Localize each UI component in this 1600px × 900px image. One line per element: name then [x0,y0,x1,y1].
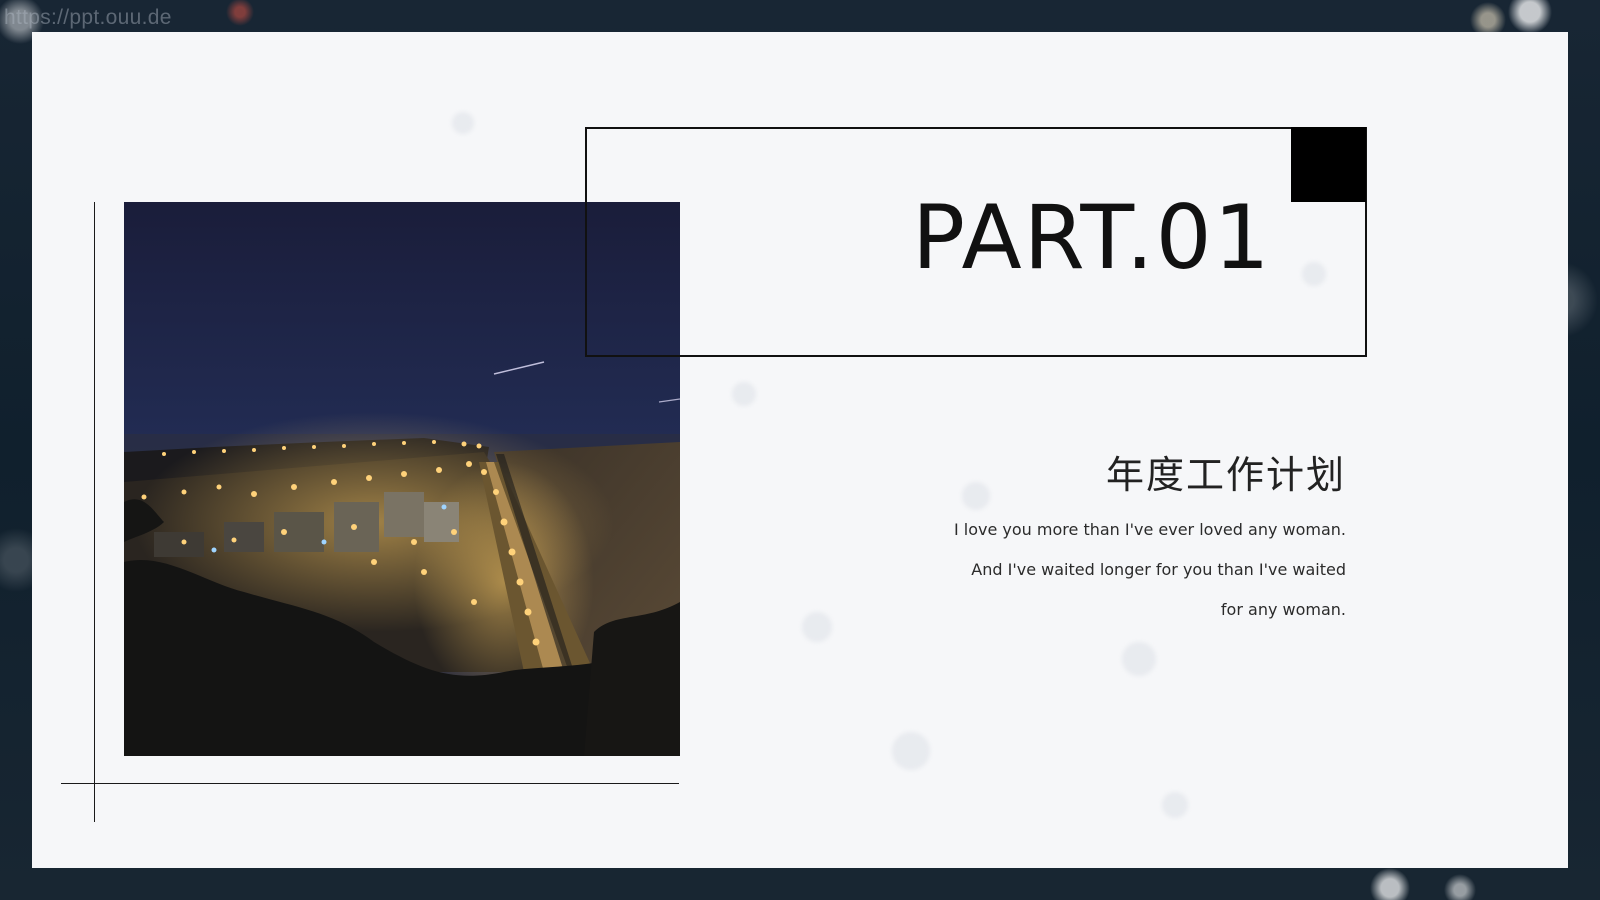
bokeh-decoration [802,612,832,642]
accent-square [1291,127,1366,202]
body-line: And I've waited longer for you than I've… [971,560,1346,579]
body-line: I love you more than I've ever loved any… [953,520,1346,539]
part-title: PART.01 [912,186,1272,289]
slide-canvas: https://ppt.ouu.de PART.01 年度工作计划 I love… [0,0,1600,900]
vertical-rule-line [94,202,95,822]
body-paragraph: I love you more than I've ever loved any… [926,510,1346,630]
bokeh-decoration [892,732,930,770]
slide-panel: PART.01 年度工作计划 I love you more than I've… [32,32,1568,868]
body-line: for any woman. [1220,600,1346,619]
bokeh-decoration [732,382,756,406]
bokeh-decoration [452,112,474,134]
bokeh-decoration [1162,792,1188,818]
horizontal-rule-line [61,783,679,784]
bokeh-decoration [962,482,990,510]
section-subtitle: 年度工作计划 [1105,453,1346,497]
watermark-text: https://ppt.ouu.de [4,6,172,29]
bokeh-decoration [1122,642,1156,676]
